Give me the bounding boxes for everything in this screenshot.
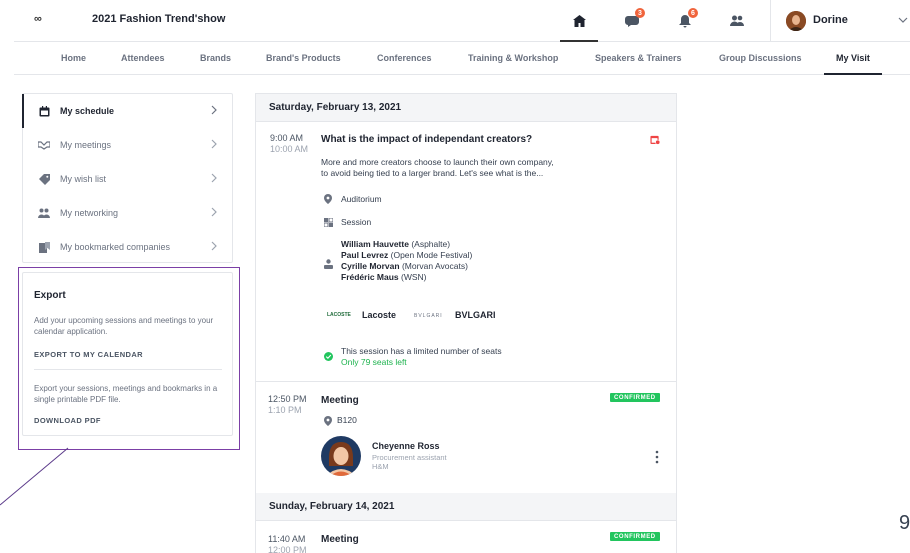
menu-item-label: My networking	[60, 208, 119, 218]
seats-notice: This session has a limited number of sea…	[341, 346, 502, 356]
tab-home[interactable]: Home	[61, 53, 86, 63]
contact-name[interactable]: Cheyenne Ross	[372, 441, 440, 451]
check-circle-icon	[323, 351, 333, 361]
chevron-down-icon[interactable]	[898, 12, 908, 30]
end-time: 1:10 PM	[268, 405, 302, 415]
menu-item-my-schedule[interactable]: My schedule	[22, 94, 232, 128]
main-navigation: Home Attendees Brands Brand's Products C…	[14, 43, 910, 75]
event-description-line-2: to avoid being tied to a larger brand. L…	[321, 168, 544, 178]
event-title[interactable]: What is the impact of independant creato…	[321, 134, 532, 145]
menu-item-my-meetings[interactable]: My meetings	[23, 128, 232, 162]
location-pin-icon	[323, 416, 333, 426]
day-title: Saturday, February 13, 2021	[269, 102, 402, 113]
app-logo[interactable]: ∞	[34, 13, 42, 25]
event-title[interactable]: Meeting	[321, 395, 359, 406]
people-icon[interactable]	[722, 8, 752, 34]
bvlgari-logo[interactable]: BVLGARI	[414, 313, 443, 319]
calendar-icon	[38, 105, 50, 117]
user-avatar[interactable]	[786, 11, 806, 31]
contact-avatar[interactable]	[321, 436, 361, 476]
end-time: 12:00 PM	[268, 545, 307, 553]
location-pin-icon	[323, 194, 333, 204]
brand-name[interactable]: Lacoste	[362, 310, 396, 320]
tab-speakers-trainers[interactable]: Speakers & Trainers	[595, 53, 682, 63]
event-time: 12:50 PM 1:10 PM	[268, 394, 307, 416]
event-location: B120	[337, 415, 357, 425]
header-separator	[770, 0, 771, 42]
event-time: 9:00 AM 10:00 AM	[270, 133, 308, 155]
page-number-partial: 9	[899, 512, 910, 534]
lacoste-logo[interactable]: LACOSTE	[327, 312, 351, 318]
event-time: 11:40 AM 12:00 PM	[268, 534, 307, 553]
seats-left: Only 79 seats left	[341, 357, 407, 367]
start-time: 9:00 AM	[270, 133, 304, 143]
chevron-right-icon	[210, 207, 218, 219]
status-badge: CONFIRMED	[610, 532, 660, 541]
start-time: 12:50 PM	[268, 394, 307, 404]
speaker-list: William Hauvette (Asphalte) Paul Levrez …	[341, 239, 472, 283]
row-divider	[256, 381, 676, 382]
annotation-pointer-line	[0, 447, 69, 506]
tag-icon	[38, 173, 50, 185]
calendar-check-icon[interactable]	[650, 134, 660, 145]
menu-item-my-networking[interactable]: My networking	[23, 196, 232, 230]
chevron-right-icon	[210, 241, 218, 253]
schedule-panel: Saturday, February 13, 2021 9:00 AM 10:0…	[255, 93, 677, 553]
speaker-item[interactable]: Paul Levrez (Open Mode Festival)	[341, 250, 472, 261]
tab-brands-products[interactable]: Brand's Products	[266, 53, 341, 63]
bookmark-icon	[38, 241, 50, 253]
day-header: Saturday, February 13, 2021	[256, 94, 676, 122]
status-badge: CONFIRMED	[610, 393, 660, 402]
event-location: Auditorium	[341, 194, 382, 204]
tab-training-workshop[interactable]: Training & Workshop	[468, 53, 558, 63]
session-type-icon	[323, 217, 333, 227]
speaker-item[interactable]: William Hauvette (Asphalte)	[341, 239, 472, 250]
handshake-icon	[38, 139, 50, 151]
menu-item-label: My wish list	[60, 174, 107, 184]
user-name[interactable]: Dorine	[813, 14, 848, 26]
menu-item-my-bookmarked-companies[interactable]: My bookmarked companies	[23, 230, 232, 264]
event-title: 2021 Fashion Trend'show	[92, 13, 226, 25]
chevron-right-icon	[210, 173, 218, 185]
speaker-item[interactable]: Frédéric Maus (WSN)	[341, 272, 472, 283]
top-bar: ∞ 2021 Fashion Trend'show 3 6 Dorine	[14, 0, 910, 42]
speaker-icon	[323, 259, 333, 269]
more-options-icon[interactable]	[652, 450, 662, 464]
tab-group-discussions[interactable]: Group Discussions	[719, 53, 802, 63]
event-title[interactable]: Meeting	[321, 534, 359, 545]
speaker-item[interactable]: Cyrille Morvan (Morvan Avocats)	[341, 261, 472, 272]
contact-company: H&M	[372, 462, 389, 471]
chevron-right-icon	[210, 139, 218, 151]
chat-icon[interactable]: 3	[617, 8, 647, 34]
my-visit-menu: My schedule My meetings My wish list My …	[22, 93, 233, 263]
menu-item-label: My bookmarked companies	[60, 242, 171, 252]
end-time: 10:00 AM	[270, 144, 309, 154]
menu-item-my-wish-list[interactable]: My wish list	[23, 162, 232, 196]
notification-badge: 6	[688, 8, 698, 18]
day-title: Sunday, February 14, 2021	[269, 501, 395, 512]
day-header: Sunday, February 14, 2021	[256, 493, 676, 521]
start-time: 11:40 AM	[268, 534, 306, 544]
menu-item-label: My meetings	[60, 140, 112, 150]
people-icon	[38, 207, 50, 219]
tab-conferences[interactable]: Conferences	[377, 53, 432, 63]
event-type: Session	[341, 217, 372, 227]
chevron-right-icon	[210, 105, 218, 117]
tab-attendees[interactable]: Attendees	[121, 53, 165, 63]
bell-icon[interactable]: 6	[670, 8, 700, 34]
export-highlight-frame	[18, 267, 240, 450]
contact-role: Procurement assistant	[372, 453, 447, 462]
brand-name[interactable]: BVLGARI	[455, 310, 496, 320]
chat-badge: 3	[635, 8, 645, 18]
home-icon[interactable]	[560, 8, 598, 42]
tab-my-visit[interactable]: My Visit	[824, 53, 882, 75]
event-description-line-1: More and more creators choose to launch …	[321, 157, 554, 167]
tab-brands[interactable]: Brands	[200, 53, 231, 63]
menu-item-label: My schedule	[60, 106, 115, 116]
